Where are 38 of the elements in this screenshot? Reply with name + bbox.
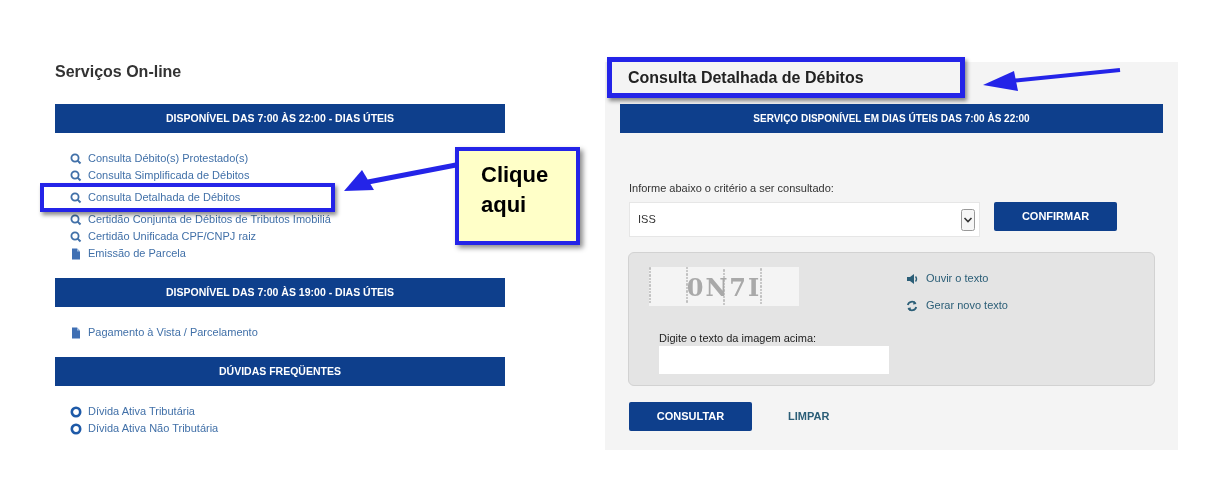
captcha-input[interactable] xyxy=(659,346,889,374)
callout-note: Clique aqui xyxy=(455,147,580,245)
criteria-select[interactable]: ISS xyxy=(629,202,980,237)
confirm-button[interactable]: CONFIRMAR xyxy=(994,202,1117,231)
circle-icon xyxy=(70,422,82,435)
circle-icon xyxy=(70,405,82,418)
search-icon xyxy=(70,191,82,204)
service-link[interactable]: Certidão Unificada CPF/CNPJ raiz xyxy=(88,228,257,245)
section-header-bar: DISPONÍVEL DAS 7:00 ÀS 19:00 - DIAS ÚTEIS xyxy=(55,278,505,307)
consult-button[interactable]: CONSULTAR xyxy=(629,402,752,431)
service-link[interactable]: Dívida Ativa Tributária xyxy=(88,403,195,420)
page-title: Consulta Detalhada de Débitos xyxy=(607,57,965,98)
service-link[interactable]: Consulta Débito(s) Protestado(s) xyxy=(88,150,249,167)
service-link[interactable]: Consulta Simplificada de Débitos xyxy=(88,167,250,184)
section-header-bar: DISPONÍVEL DAS 7:00 ÀS 22:00 - DIAS ÚTEIS xyxy=(55,104,505,133)
section-heading: Serviços On-line xyxy=(55,62,183,82)
document-icon xyxy=(70,326,82,339)
document-icon xyxy=(70,247,82,260)
dropdown-caret-icon xyxy=(961,208,975,231)
search-icon xyxy=(70,213,82,226)
service-link[interactable]: Pagamento à Vista / Parcelamento xyxy=(88,324,258,341)
service-link[interactable]: Consulta Detalhada de Débitos xyxy=(88,189,241,206)
refresh-icon xyxy=(906,299,918,312)
search-icon xyxy=(70,152,82,165)
service-link[interactable]: Certidão Conjunta de Débitos de Tributos Imobiliá xyxy=(88,211,331,228)
service-banner: SERVIÇO DISPONÍVEL EM DIAS ÚTEIS DAS 7:00 ÀS 22:00 xyxy=(620,104,1163,133)
field-label: Informe abaixo o critério a ser consultado: xyxy=(629,181,835,195)
speaker-icon xyxy=(906,272,918,285)
field-label: Digite o texto da imagem acima: xyxy=(659,331,818,345)
captcha-link[interactable]: Gerar novo texto xyxy=(906,292,1008,319)
section-header-bar: DÚVIDAS FREQÜENTES xyxy=(55,357,505,386)
clear-button[interactable]: LIMPAR xyxy=(788,408,830,425)
search-icon xyxy=(70,169,82,182)
captcha-link[interactable]: Ouvir o texto xyxy=(906,265,1008,292)
service-link[interactable]: Emissão de Parcela xyxy=(88,245,186,262)
search-icon xyxy=(70,230,82,243)
service-link[interactable]: Dívida Ativa Não Tributária xyxy=(88,420,219,437)
captcha-image: 0N7I xyxy=(649,267,799,306)
